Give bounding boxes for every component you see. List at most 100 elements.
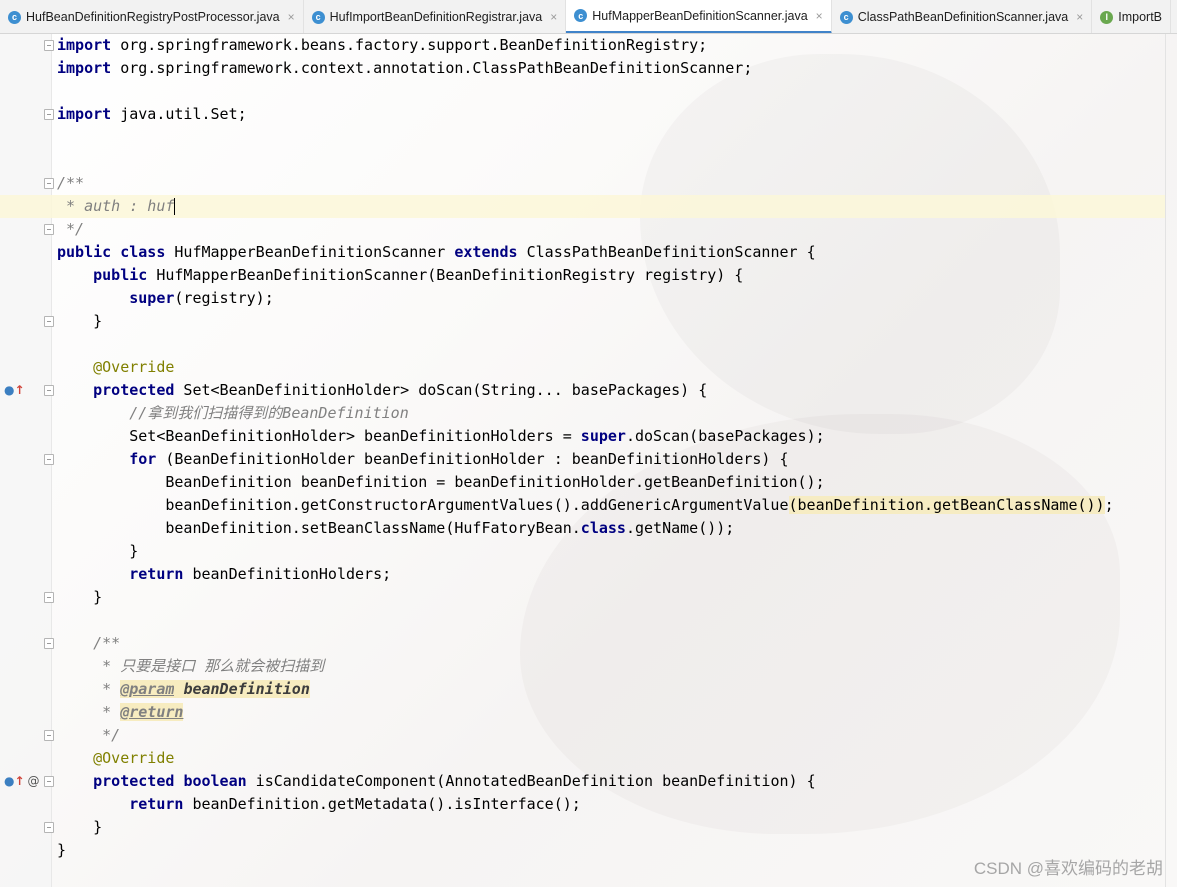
fold-icon[interactable]: [44, 822, 54, 833]
tab-label: ClassPathBeanDefinitionScanner.java: [857, 10, 1069, 24]
code-line[interactable]: Set<BeanDefinitionHolder> beanDefinition…: [0, 425, 1165, 448]
keyword: import: [57, 59, 112, 77]
code-text: ;: [1104, 496, 1114, 514]
code-line[interactable]: /**: [0, 172, 1165, 195]
code-line[interactable]: }: [0, 310, 1165, 333]
fold-icon[interactable]: [44, 730, 54, 741]
keyword: super: [129, 289, 175, 307]
code-line[interactable]: public class HufMapperBeanDefinitionScan…: [0, 241, 1165, 264]
tab-huf-import-bean-definition-registrar[interactable]: c HufImportBeanDefinitionRegistrar.java …: [304, 0, 567, 33]
keyword: return: [129, 565, 184, 583]
code-line[interactable]: return beanDefinitionHolders;: [0, 563, 1165, 586]
code-line[interactable]: ●↑ @ protected boolean isCandidateCompone…: [0, 770, 1165, 793]
keyword: public: [57, 243, 112, 261]
code-line[interactable]: * @param beanDefinition: [0, 678, 1165, 701]
interface-icon: I: [1100, 10, 1114, 24]
code-text: beanDefinition.setBeanClassName(HufFator…: [165, 519, 581, 537]
keyword: boolean: [183, 772, 247, 790]
code-line-current[interactable]: * auth : huf: [0, 195, 1165, 218]
code-line[interactable]: */: [0, 218, 1165, 241]
code-line[interactable]: return beanDefinition.getMetadata().isIn…: [0, 793, 1165, 816]
code-text: java.util.Set;: [111, 105, 247, 123]
highlighted-argument: beanDefinition.getBeanClassName(): [797, 496, 1096, 514]
fold-icon[interactable]: [44, 592, 54, 603]
code-line[interactable]: super(registry);: [0, 287, 1165, 310]
code-text: (registry);: [174, 289, 274, 307]
code-text: }: [93, 588, 103, 606]
javadoc-param-name: beanDefinition: [183, 680, 310, 698]
line-comment: //拿到我们扫描得到的BeanDefinition: [129, 404, 409, 422]
code-line[interactable]: public HufMapperBeanDefinitionScanner(Be…: [0, 264, 1165, 287]
tab-label: HufImportBeanDefinitionRegistrar.java: [329, 10, 543, 24]
code-line[interactable]: @Override: [0, 747, 1165, 770]
doc-comment: * auth : huf: [57, 197, 175, 215]
keyword: class: [580, 519, 626, 537]
doc-comment: */: [93, 726, 121, 744]
code-text: HufMapperBeanDefinitionScanner(BeanDefin…: [147, 266, 744, 284]
code-line[interactable]: BeanDefinition beanDefinition = beanDefi…: [0, 471, 1165, 494]
tab-label: HufBeanDefinitionRegistryPostProcessor.j…: [26, 10, 280, 24]
code-line[interactable]: beanDefinition.getConstructorArgumentVal…: [0, 494, 1165, 517]
code-line[interactable]: /**: [0, 632, 1165, 655]
tab-label: ImportB: [1118, 10, 1163, 24]
tab-huf-bean-definition-registry-post-processor[interactable]: c HufBeanDefinitionRegistryPostProcessor…: [0, 0, 304, 33]
code-text: }: [93, 818, 103, 836]
keyword: protected: [93, 381, 175, 399]
fold-icon[interactable]: [44, 178, 54, 189]
code-line[interactable]: import org.springframework.beans.factory…: [0, 34, 1165, 57]
code-text: BeanDefinition beanDefinition = beanDefi…: [165, 473, 825, 491]
fold-icon[interactable]: [44, 638, 54, 649]
fold-icon[interactable]: [44, 316, 54, 327]
override-marker-icon[interactable]: ●↑: [4, 379, 25, 402]
tab-huf-mapper-bean-definition-scanner[interactable]: c HufMapperBeanDefinitionScanner.java ×: [566, 0, 832, 33]
tab-class-path-bean-definition-scanner[interactable]: c ClassPathBeanDefinitionScanner.java ×: [832, 0, 1093, 33]
code-line[interactable]: import java.util.Set;: [0, 103, 1165, 126]
text-caret: [174, 198, 176, 215]
keyword: for: [129, 450, 157, 468]
fold-icon[interactable]: [44, 40, 54, 51]
doc-comment: *: [93, 680, 121, 698]
tab-label: HufMapperBeanDefinitionScanner.java: [592, 8, 808, 23]
keyword: protected: [93, 772, 175, 790]
keyword: class: [120, 243, 166, 261]
code-text: .getName());: [625, 519, 735, 537]
doc-comment: */: [57, 220, 85, 238]
annotation-marker-icon: @: [27, 774, 40, 788]
fold-icon[interactable]: [44, 776, 54, 787]
fold-icon[interactable]: [44, 109, 54, 120]
class-icon: c: [8, 10, 21, 24]
code-line[interactable]: for (BeanDefinitionHolder beanDefinition…: [0, 448, 1165, 471]
code-text: Set<BeanDefinitionHolder> doScan(String.…: [174, 381, 708, 399]
code-line[interactable]: */: [0, 724, 1165, 747]
close-icon[interactable]: ×: [816, 9, 823, 23]
annotation: @Override: [93, 358, 175, 376]
close-icon[interactable]: ×: [1076, 10, 1083, 24]
override-marker-icon[interactable]: ●↑ @: [4, 770, 40, 793]
fold-icon[interactable]: [44, 385, 54, 396]
fold-icon[interactable]: [44, 224, 54, 235]
tab-import-b[interactable]: I ImportB: [1092, 0, 1172, 33]
fold-icon[interactable]: [44, 454, 54, 465]
doc-comment: *: [93, 703, 121, 721]
code-text: isCandidateComponent(AnnotatedBeanDefini…: [246, 772, 816, 790]
code-line[interactable]: import org.springframework.context.annot…: [0, 57, 1165, 80]
keyword: extends: [454, 243, 518, 261]
code-line[interactable]: //拿到我们扫描得到的BeanDefinition: [0, 402, 1165, 425]
close-icon[interactable]: ×: [288, 10, 295, 24]
code-line[interactable]: }: [0, 816, 1165, 839]
keyword: return: [129, 795, 184, 813]
code-line[interactable]: ●↑ protected Set<BeanDefinitionHolder> d…: [0, 379, 1165, 402]
code-line[interactable]: }: [0, 586, 1165, 609]
close-icon[interactable]: ×: [550, 10, 557, 24]
code-editor[interactable]: import org.springframework.beans.factory…: [0, 34, 1177, 887]
doc-comment: /**: [57, 174, 85, 192]
keyword: import: [57, 105, 112, 123]
code-line[interactable]: * 只要是接口 那么就会被扫描到: [0, 655, 1165, 678]
code-line[interactable]: * @return: [0, 701, 1165, 724]
class-name: HufMapperBeanDefinitionScanner: [165, 243, 455, 261]
code-line[interactable]: beanDefinition.setBeanClassName(HufFator…: [0, 517, 1165, 540]
code-text: org.springframework.context.annotation.C…: [111, 59, 753, 77]
code-line[interactable]: @Override: [0, 356, 1165, 379]
code-text: (BeanDefinitionHolder beanDefinitionHold…: [156, 450, 789, 468]
code-line[interactable]: }: [0, 540, 1165, 563]
